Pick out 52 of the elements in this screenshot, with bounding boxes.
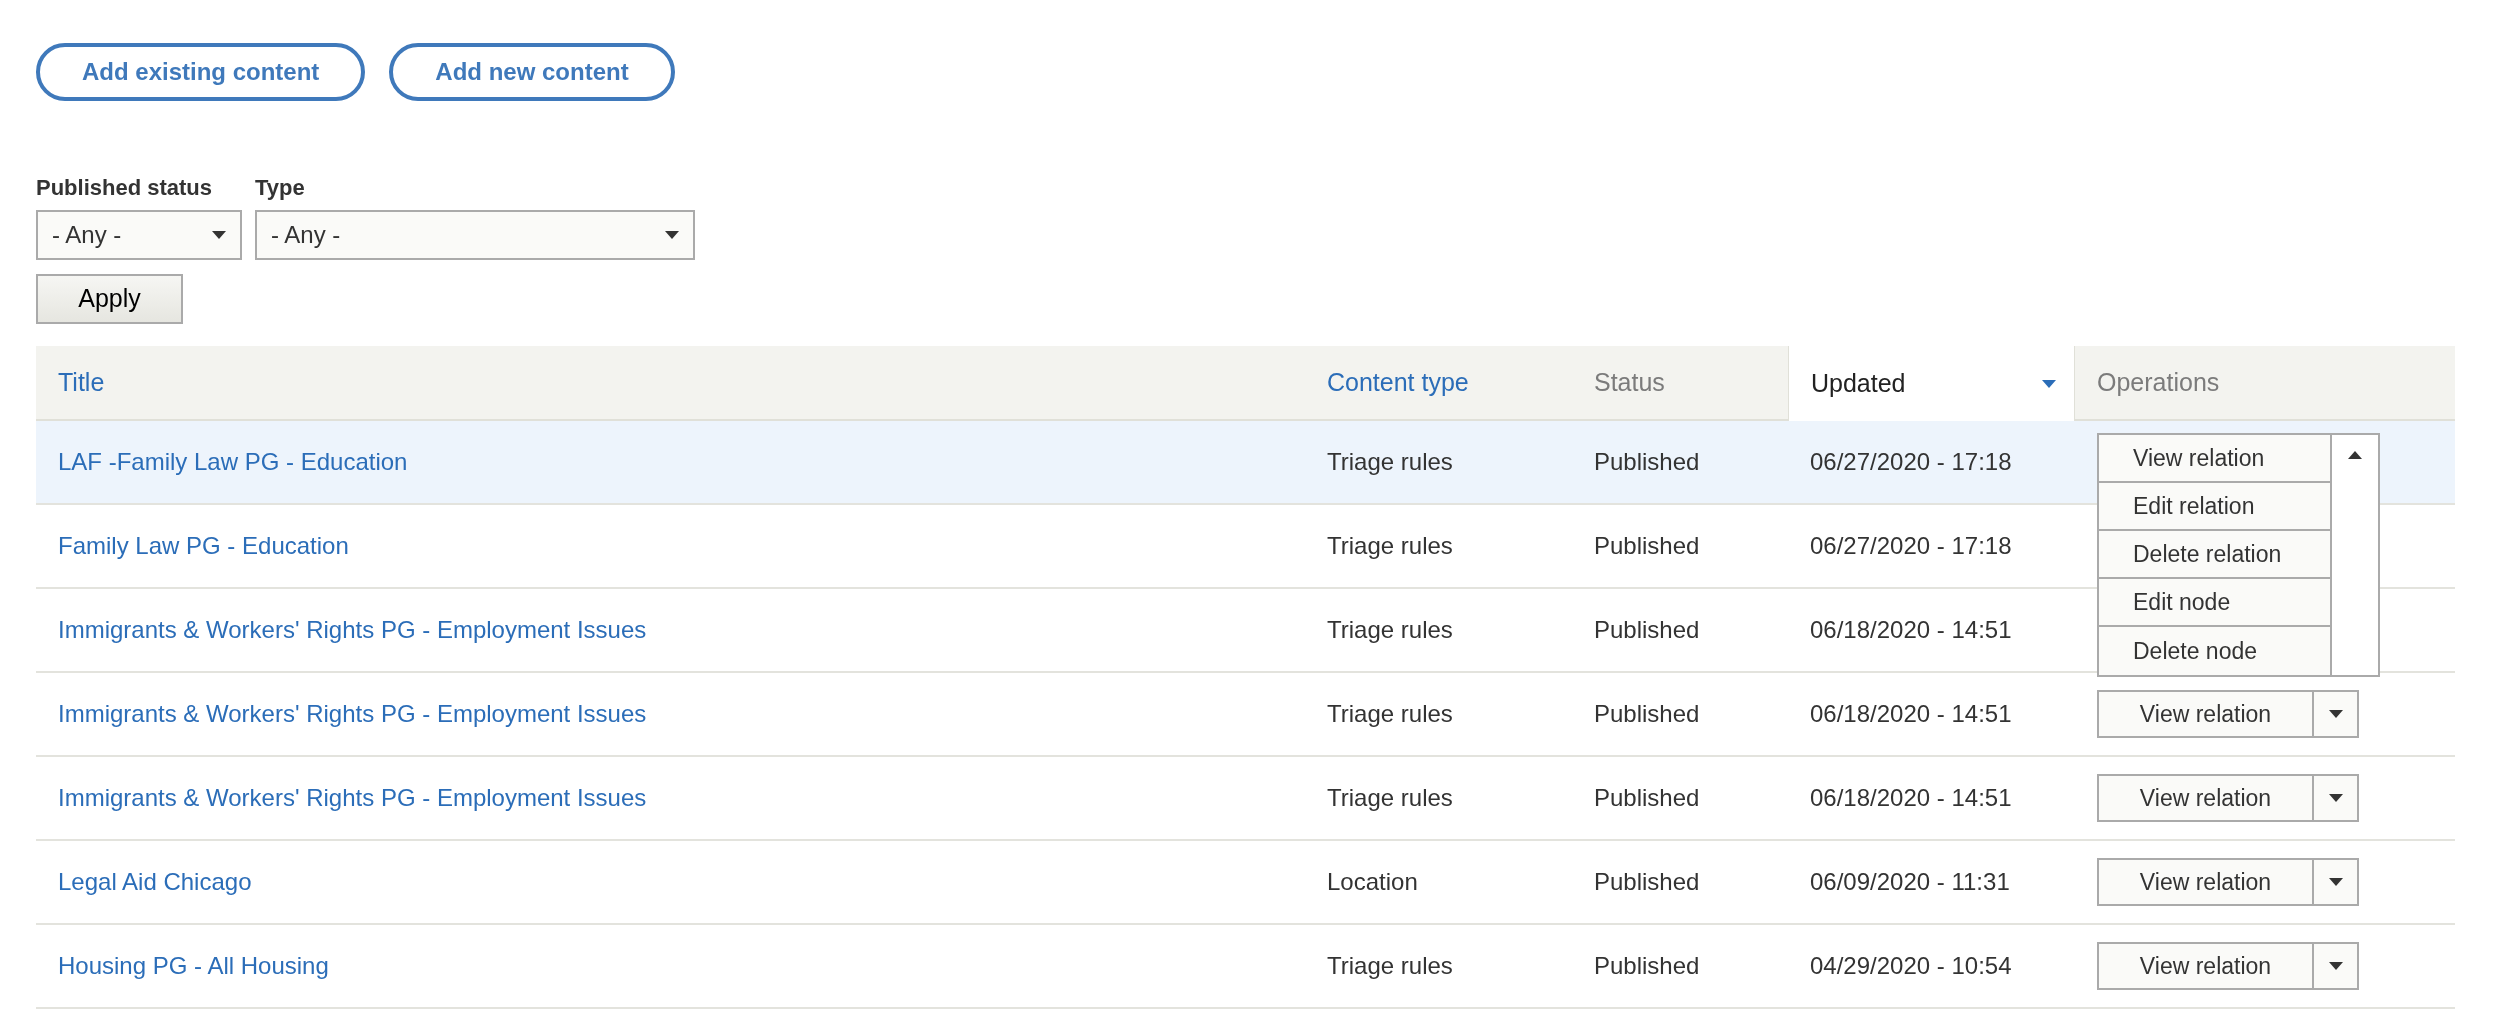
table-cell-text: 06/18/2020 - 14:51 <box>1809 783 2012 813</box>
table-cell-text: Published <box>1593 783 1700 813</box>
table-cell-text: 06/27/2020 - 17:18 <box>1809 447 2012 477</box>
caret-icon <box>2348 451 2362 459</box>
table-cell-text: Published <box>1593 531 1700 561</box>
column-header: Operations <box>2097 366 2220 398</box>
filter-label: Type <box>255 174 306 202</box>
caret-icon <box>665 231 679 239</box>
title-link[interactable]: Immigrants & Workers' Rights PG - Employment Issues <box>36 612 647 648</box>
table-cell-text: Triage rules <box>1326 615 1453 645</box>
action-button[interactable]: Add new content <box>389 43 675 101</box>
table-cell-text: Published <box>1593 699 1700 729</box>
title-link[interactable]: Immigrants & Workers' Rights PG - Employment Issues <box>36 780 647 816</box>
action-button[interactable]: Add existing content <box>36 43 366 101</box>
title-link[interactable]: LAF -Family Law PG - Education <box>36 444 408 480</box>
select-field[interactable]: - Any - <box>36 210 242 260</box>
column-header[interactable]: Content type <box>1327 363 1469 402</box>
title-link[interactable]: Family Law PG - Education <box>36 528 349 564</box>
table-cell-text: Location <box>1326 867 1418 897</box>
column-header: Status <box>1594 366 1665 398</box>
table-cell-text: 04/29/2020 - 10:54 <box>1809 951 2012 981</box>
column-header[interactable]: Updated <box>1788 346 2075 421</box>
apply-button[interactable]: Apply <box>36 274 183 324</box>
view-button[interactable]: View relation <box>2099 692 2312 736</box>
select-field[interactable]: - Any - <box>255 210 695 260</box>
caret-icon <box>2328 878 2343 886</box>
table-cell-text: Triage rules <box>1326 531 1453 561</box>
title-link[interactable]: Housing PG - All Housing <box>36 948 329 984</box>
table-cell-text: 06/18/2020 - 14:51 <box>1809 699 2012 729</box>
table-cell-text: Triage rules <box>1326 951 1453 981</box>
view-button[interactable]: View relation <box>2099 776 2312 820</box>
table-cell-text: Published <box>1593 951 1700 981</box>
caret-icon <box>2328 710 2343 718</box>
table-cell-text: 06/09/2020 - 11:31 <box>1809 867 2010 897</box>
filter-label: Published status <box>36 174 214 202</box>
caret-icon <box>212 231 226 239</box>
title-link[interactable]: Legal Aid Chicago <box>36 864 252 900</box>
caret-icon <box>2328 794 2343 802</box>
title-link[interactable]: Immigrants & Workers' Rights PG - Employment Issues <box>36 696 647 732</box>
table-cell-text: Published <box>1593 867 1700 897</box>
column-header[interactable]: Title <box>58 363 105 402</box>
view-button[interactable]: View relation <box>2099 860 2312 904</box>
table-cell-text: Triage rules <box>1326 447 1453 477</box>
table-cell-text: 06/18/2020 - 14:51 <box>1809 615 2012 645</box>
sort-icon <box>2042 379 2056 388</box>
table-cell-text: 06/27/2020 - 17:18 <box>1809 531 2012 561</box>
view-button[interactable]: View relation <box>2099 944 2312 988</box>
table-cell-text: Triage rules <box>1326 699 1453 729</box>
table-cell-text: Triage rules <box>1326 783 1453 813</box>
table-cell-text: Published <box>1593 615 1700 645</box>
table-cell-text: Published <box>1593 447 1700 477</box>
caret-icon <box>2328 962 2343 970</box>
